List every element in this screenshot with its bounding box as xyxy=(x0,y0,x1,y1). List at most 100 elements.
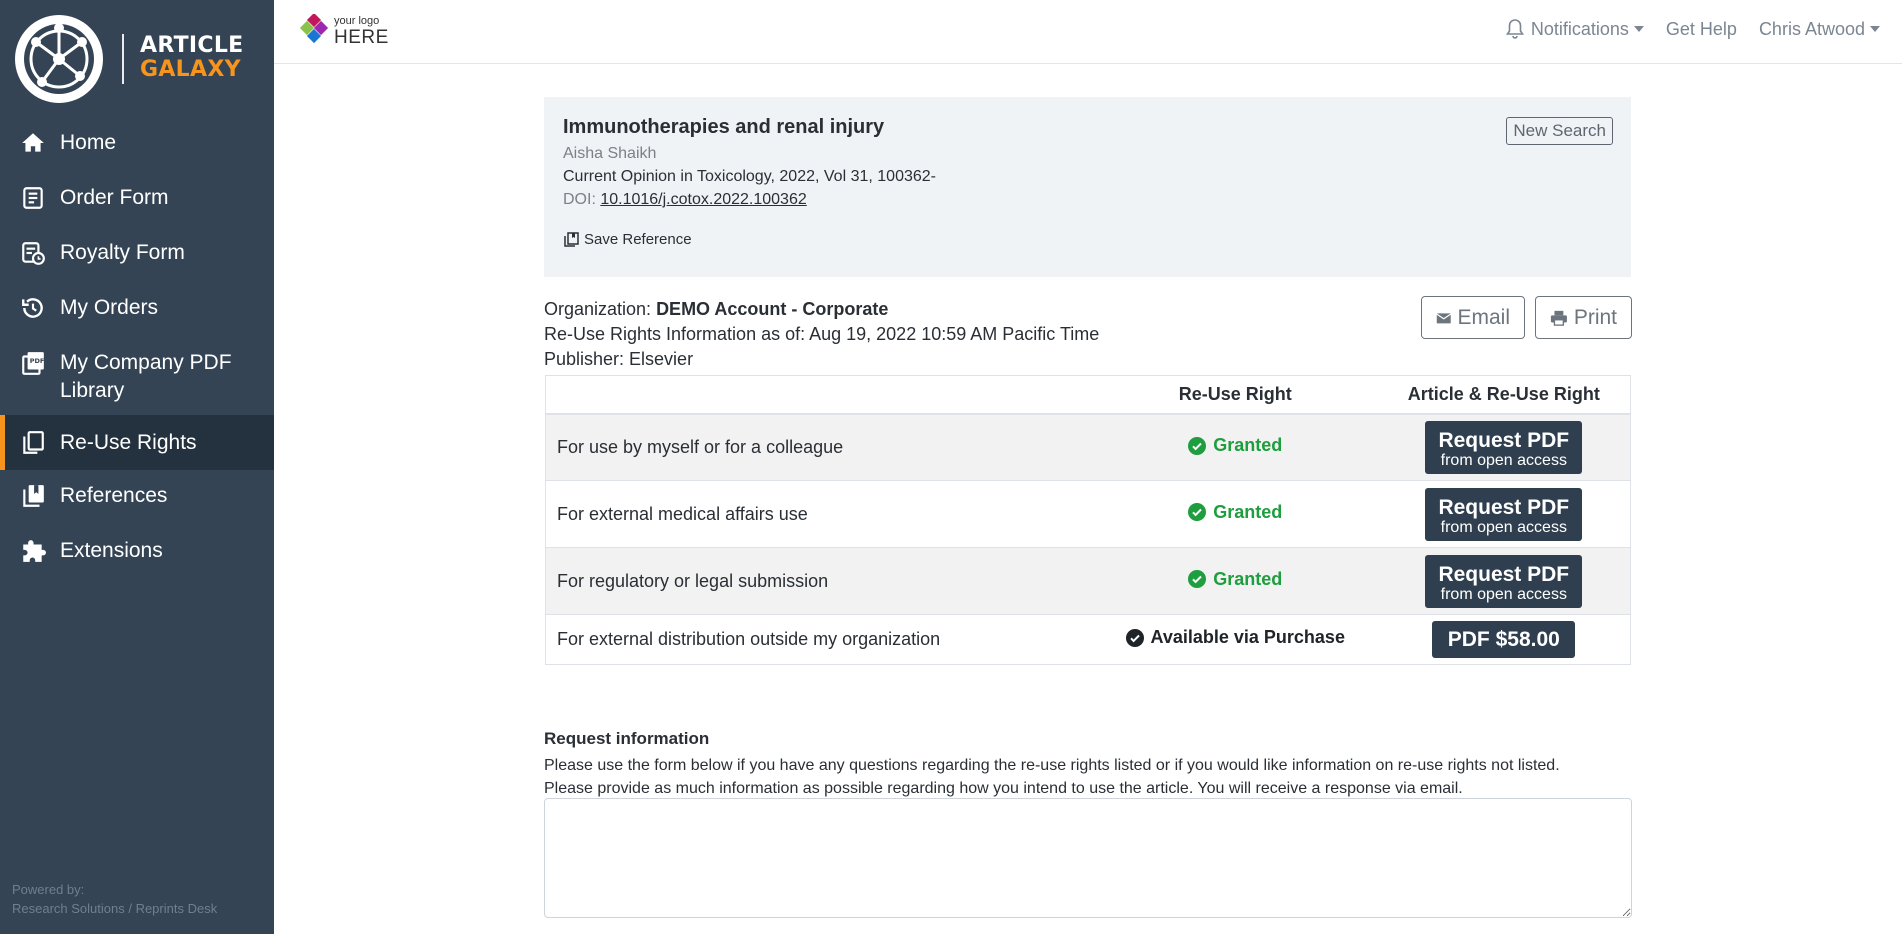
action-cell: Request PDF from open access xyxy=(1377,413,1631,481)
logo-big-text: HERE xyxy=(334,27,389,48)
check-circle-icon xyxy=(1188,436,1207,455)
sidebar-item-label: My Orders xyxy=(60,296,159,319)
sidebar-item-my-orders[interactable]: My Orders xyxy=(0,294,274,349)
notifications-dropdown[interactable]: Notifications xyxy=(1505,18,1644,40)
request-info-line-2: Please provide as much information as po… xyxy=(544,780,1463,797)
organization-name: DEMO Account - Corporate xyxy=(656,299,889,319)
sidebar-item-order-form[interactable]: Order Form xyxy=(0,184,274,239)
save-reference-icon xyxy=(564,231,579,247)
print-button[interactable]: Print xyxy=(1535,296,1632,339)
article-doi: DOI: 10.1016/j.cotox.2022.100362 xyxy=(563,191,807,209)
table-row: For regulatory or legal submission Grant… xyxy=(545,547,1631,615)
article-galaxy-logo[interactable]: ARTICLE GALAXY xyxy=(12,12,262,106)
use-description: For external distribution outside my org… xyxy=(545,614,1093,665)
request-info-line-1: Please use the form below if you have an… xyxy=(544,757,1560,774)
sidebar-item-re-use-rights[interactable]: Re-Use Rights xyxy=(0,415,274,470)
rights-info-date: Re-Use Rights Information as of: Aug 19,… xyxy=(544,324,1100,344)
use-description: For use by myself or for a colleague xyxy=(545,413,1093,481)
sidebar-item-royalty-form[interactable]: Royalty Form xyxy=(0,239,274,294)
status-badge: Granted xyxy=(1188,435,1282,456)
table-row: For external distribution outside my org… xyxy=(545,614,1631,665)
get-help-label: Get Help xyxy=(1665,18,1737,39)
header-reuse-right: Re-Use Right xyxy=(1092,375,1378,415)
svg-text:PDF: PDF xyxy=(30,357,45,365)
powered-by-company[interactable]: Research Solutions / Reprints Desk xyxy=(12,899,217,918)
diamond-logo-icon xyxy=(299,14,329,44)
request-pdf-label: Request PDF xyxy=(1438,496,1570,519)
organization-line: Organization: DEMO Account - Corporate xyxy=(544,297,1099,322)
sidebar-item-label: Home xyxy=(60,131,117,154)
customer-logo[interactable]: your logo HERE xyxy=(296,12,406,52)
top-bar: your logo HERE Notifications Get Help Ch… xyxy=(274,0,1902,64)
brand-word-1: ARTICLE xyxy=(140,33,244,58)
status-cell: Granted xyxy=(1092,547,1378,615)
bell-icon xyxy=(1505,19,1524,39)
action-cell: PDF $58.00 xyxy=(1377,614,1631,665)
article-card: Immunotherapies and renal injury Aisha S… xyxy=(544,97,1631,277)
sidebar-item-extensions[interactable]: Extensions xyxy=(0,525,274,580)
request-pdf-button[interactable]: Request PDF from open access xyxy=(1425,487,1583,541)
brand-name: ARTICLE GALAXY xyxy=(140,34,243,82)
request-info-description: Please use the form below if you have an… xyxy=(544,754,1560,800)
action-cell: Request PDF from open access xyxy=(1377,480,1631,548)
check-circle-icon xyxy=(1188,570,1207,589)
request-info-textarea[interactable] xyxy=(544,798,1632,918)
powered-by: Powered by: Research Solutions / Reprint… xyxy=(12,880,217,918)
doi-label: DOI: xyxy=(563,191,601,208)
table-header: Re-Use Right Article & Re-Use Right xyxy=(545,375,1631,415)
history-icon xyxy=(22,298,43,318)
action-cell: Request PDF from open access xyxy=(1377,547,1631,615)
email-label: Email xyxy=(1457,305,1510,329)
sidebar-item-label: My Company PDF Library xyxy=(60,351,232,402)
pdf-icon: PDF xyxy=(22,352,45,375)
request-info-title: Request information xyxy=(544,729,710,748)
request-pdf-button[interactable]: Request PDF from open access xyxy=(1425,554,1583,608)
request-pdf-button[interactable]: Request PDF from open access xyxy=(1425,420,1583,474)
sidebar: ARTICLE GALAXY Home Order Form Royalty F… xyxy=(0,0,274,934)
home-icon xyxy=(22,133,44,152)
doi-link[interactable]: 10.1016/j.cotox.2022.100362 xyxy=(600,191,806,208)
user-menu-dropdown[interactable]: Chris Atwood xyxy=(1759,19,1880,40)
puzzle-icon xyxy=(23,540,46,562)
sidebar-item-references[interactable]: References xyxy=(0,470,274,525)
sidebar-item-label: Royalty Form xyxy=(60,241,185,264)
sidebar-item-pdf-library[interactable]: PDF My Company PDF Library xyxy=(0,349,274,415)
notifications-label: Notifications xyxy=(1530,18,1629,39)
sidebar-item-label: Extensions xyxy=(60,539,163,562)
status-badge: Available via Purchase xyxy=(1125,627,1345,648)
request-pdf-sublabel: from open access xyxy=(1440,586,1567,603)
status-badge: Granted xyxy=(1188,502,1282,523)
new-search-button[interactable]: New Search xyxy=(1506,117,1613,145)
brand-divider xyxy=(122,34,124,84)
sidebar-item-label: Order Form xyxy=(60,186,169,209)
chevron-down-icon xyxy=(1870,26,1880,32)
article-title: Immunotherapies and renal injury xyxy=(563,116,885,138)
buy-pdf-button[interactable]: PDF $58.00 xyxy=(1432,621,1576,658)
status-cell: Available via Purchase xyxy=(1092,614,1378,665)
article-journal: Current Opinion in Toxicology, 2022, Vol… xyxy=(563,168,936,185)
status-label: Granted xyxy=(1213,501,1283,522)
get-help-link[interactable]: Get Help xyxy=(1666,19,1737,40)
sidebar-nav: Home Order Form Royalty Form My Orders P… xyxy=(0,129,274,580)
article-author: Aisha Shaikh xyxy=(563,145,657,162)
sidebar-item-home[interactable]: Home xyxy=(0,129,274,184)
envelope-icon xyxy=(1436,312,1452,323)
request-pdf-label: Request PDF xyxy=(1438,429,1570,453)
status-cell: Granted xyxy=(1092,480,1378,548)
logo-small-text: your logo xyxy=(334,15,380,27)
request-pdf-label: Request PDF xyxy=(1438,563,1570,586)
organization-label: Organization: xyxy=(544,299,657,319)
status-badge: Granted xyxy=(1188,569,1282,590)
header-use xyxy=(545,375,1093,415)
header-article-reuse-right: Article & Re-Use Right xyxy=(1377,375,1631,415)
use-description: For regulatory or legal submission xyxy=(545,547,1093,615)
galaxy-logo-icon xyxy=(15,15,103,103)
top-nav: Notifications Get Help Chris Atwood xyxy=(1505,18,1902,40)
email-button[interactable]: Email xyxy=(1421,296,1525,339)
save-reference-button[interactable]: Save Reference xyxy=(563,231,692,248)
order-form-icon xyxy=(23,187,43,209)
copy-icon xyxy=(23,431,44,454)
status-label: Available via Purchase xyxy=(1150,627,1345,648)
use-description: For external medical affairs use xyxy=(545,480,1093,548)
table-row: For external medical affairs use Granted… xyxy=(545,480,1631,548)
